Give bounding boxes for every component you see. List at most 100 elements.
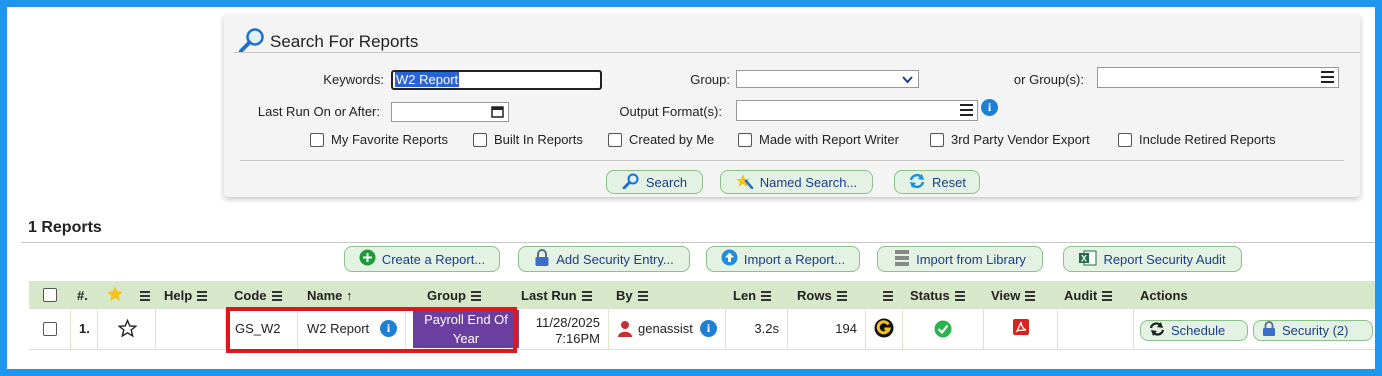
named-search-button[interactable]: Named Search... xyxy=(720,170,873,194)
refresh-icon xyxy=(908,173,926,192)
run-length: 3.2s xyxy=(726,309,788,349)
report-name-link[interactable]: W2 Report xyxy=(307,321,369,336)
sort-ascending-icon[interactable]: ↑ xyxy=(346,288,353,303)
named-search-label: Named Search... xyxy=(759,174,858,190)
col-status[interactable]: Status xyxy=(910,288,965,303)
last-run-date-input[interactable] xyxy=(391,102,509,122)
info-icon[interactable]: i xyxy=(700,320,717,337)
column-menu-icon[interactable] xyxy=(836,290,847,303)
checkbox-created-by-me[interactable]: Created by Me xyxy=(608,132,714,147)
checkbox-label: Created by Me xyxy=(629,132,715,147)
excel-icon: X xyxy=(1079,250,1097,269)
output-format-input[interactable] xyxy=(736,100,978,121)
import-report-button[interactable]: Import a Report... xyxy=(706,246,860,272)
row-select-cell xyxy=(29,309,71,349)
table-row: 1. GS_W2 W2 Report i Payroll End Of Year… xyxy=(29,309,1375,350)
view-cell xyxy=(984,309,1058,349)
checkbox-label: Built In Reports xyxy=(494,132,583,147)
name-cell: W2 Report i xyxy=(298,309,406,349)
pdf-icon[interactable] xyxy=(1012,318,1030,339)
col-last-run[interactable]: Last Run xyxy=(521,288,592,303)
column-menu-icon[interactable] xyxy=(637,290,648,303)
security-button[interactable]: Security (2) xyxy=(1253,320,1373,341)
success-check-icon[interactable] xyxy=(934,320,952,341)
checkbox-box[interactable] xyxy=(608,132,622,147)
column-menu-icon[interactable] xyxy=(883,291,893,303)
help-cell xyxy=(156,309,226,349)
checkbox-box[interactable] xyxy=(930,132,944,147)
info-icon[interactable]: i xyxy=(981,99,998,116)
checkbox-box[interactable] xyxy=(1118,132,1132,147)
create-report-label: Create a Report... xyxy=(381,251,486,267)
group-select[interactable] xyxy=(736,70,919,88)
status-cell xyxy=(903,309,984,349)
checkbox-built-in[interactable]: Built In Reports xyxy=(473,132,583,147)
add-security-label: Add Security Entry... xyxy=(556,251,674,267)
reset-button[interactable]: Reset xyxy=(894,170,980,194)
last-run-date: 11/28/2025 xyxy=(535,315,600,330)
column-menu-icon[interactable] xyxy=(197,290,208,303)
divider xyxy=(240,160,1344,161)
filter-checkboxes: My Favorite Reports Built In Reports Cre… xyxy=(224,132,1360,150)
col-help[interactable]: Help xyxy=(164,288,208,303)
keywords-input[interactable]: W2 Report xyxy=(391,70,602,90)
list-icon[interactable] xyxy=(960,104,973,119)
checkbox-box[interactable] xyxy=(310,132,324,147)
search-button[interactable]: Search xyxy=(606,170,703,194)
col-code[interactable]: Code xyxy=(234,288,282,303)
col-view[interactable]: View xyxy=(991,288,1036,303)
column-menu-icon[interactable] xyxy=(271,290,282,303)
checkbox-box[interactable] xyxy=(473,132,487,147)
calendar-icon[interactable] xyxy=(491,105,504,121)
by-cell: genassist i xyxy=(609,309,726,349)
last-run-label: Last Run On or After: xyxy=(257,104,380,119)
reset-label: Reset xyxy=(932,174,966,190)
checkbox-label: 3rd Party Vendor Export xyxy=(951,132,1090,147)
create-report-button[interactable]: Create a Report... xyxy=(344,246,500,272)
audit-cell xyxy=(1058,309,1134,349)
or-groups-label: or Group(s): xyxy=(1013,72,1084,87)
group-label: Group: xyxy=(690,72,730,87)
add-security-entry-button[interactable]: Add Security Entry... xyxy=(518,246,690,272)
search-title: Search For Reports xyxy=(270,32,419,51)
schedule-button[interactable]: Schedule xyxy=(1140,320,1248,341)
security-audit-button[interactable]: X Report Security Audit xyxy=(1063,246,1242,272)
column-menu-icon[interactable] xyxy=(954,290,965,303)
refresh-icon xyxy=(1149,322,1165,339)
checkbox-retired[interactable]: Include Retired Reports xyxy=(1118,132,1276,147)
column-menu-icon[interactable] xyxy=(471,290,481,303)
row-checkbox[interactable] xyxy=(43,322,57,336)
col-audit[interactable]: Audit xyxy=(1064,288,1113,303)
select-all-checkbox[interactable] xyxy=(43,288,57,302)
list-icon[interactable] xyxy=(1321,71,1334,86)
search-panel: Search For Reports Keywords: W2 Report G… xyxy=(224,15,1360,197)
col-num: #. xyxy=(77,288,88,303)
security-audit-label: Report Security Audit xyxy=(1103,251,1226,267)
col-name[interactable]: Name ↑ xyxy=(307,288,353,303)
column-menu-icon[interactable] xyxy=(761,290,772,303)
security-label: Security (2) xyxy=(1282,323,1349,338)
table-header: #. Help Code Name ↑ Group Last Run By Le… xyxy=(29,281,1375,309)
import-library-button[interactable]: Import from Library xyxy=(877,246,1043,272)
checkbox-report-writer[interactable]: Made with Report Writer xyxy=(738,132,899,147)
column-menu-icon[interactable] xyxy=(1102,290,1113,303)
star-search-icon xyxy=(735,173,754,192)
star-outline-icon[interactable] xyxy=(117,318,138,341)
column-menu-icon[interactable] xyxy=(140,291,150,303)
upload-icon xyxy=(721,249,738,269)
col-by[interactable]: By xyxy=(616,288,648,303)
checkbox-box[interactable] xyxy=(738,132,752,147)
checkbox-my-favorites[interactable]: My Favorite Reports xyxy=(310,132,448,147)
column-menu-icon[interactable] xyxy=(581,290,592,303)
col-group[interactable]: Group xyxy=(427,288,481,303)
results-count-title: 1 Reports xyxy=(28,219,102,236)
col-rows[interactable]: Rows xyxy=(797,288,847,303)
or-groups-input[interactable] xyxy=(1097,67,1339,88)
column-menu-icon[interactable] xyxy=(1025,290,1036,303)
lock-icon xyxy=(534,248,550,270)
checkbox-vendor-export[interactable]: 3rd Party Vendor Export xyxy=(930,132,1090,147)
info-icon[interactable]: i xyxy=(380,320,397,337)
col-len[interactable]: Len xyxy=(733,288,772,303)
favorite-col-star-icon[interactable] xyxy=(106,285,124,306)
run-by-user[interactable]: genassist xyxy=(638,321,693,336)
